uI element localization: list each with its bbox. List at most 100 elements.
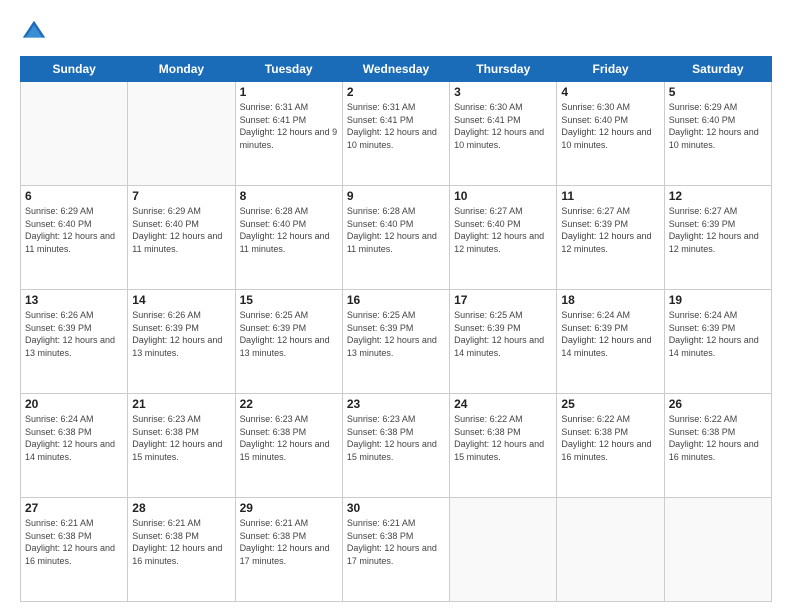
- day-info: Sunrise: 6:26 AM Sunset: 6:39 PM Dayligh…: [132, 309, 230, 359]
- calendar-cell: 3Sunrise: 6:30 AM Sunset: 6:41 PM Daylig…: [450, 82, 557, 186]
- day-number: 24: [454, 397, 552, 411]
- day-number: 23: [347, 397, 445, 411]
- day-number: 14: [132, 293, 230, 307]
- day-info: Sunrise: 6:25 AM Sunset: 6:39 PM Dayligh…: [454, 309, 552, 359]
- day-info: Sunrise: 6:22 AM Sunset: 6:38 PM Dayligh…: [669, 413, 767, 463]
- calendar-cell: 29 Sunrise: 6:21 AM Sunset: 6:38 PM Dayli…: [235, 498, 342, 602]
- calendar-cell: 11 Sunrise: 6:27 AM Sunset: 6:39 PM Dayli…: [557, 186, 664, 290]
- day-number: 17: [454, 293, 552, 307]
- day-number: 28: [132, 501, 230, 515]
- calendar-cell: 17 Sunrise: 6:25 AM Sunset: 6:39 PM Dayli…: [450, 290, 557, 394]
- calendar-cell: 28 Sunrise: 6:21 AM Sunset: 6:38 PM Dayli…: [128, 498, 235, 602]
- calendar-cell: 19 Sunrise: 6:24 AM Sunset: 6:39 PM Dayli…: [664, 290, 771, 394]
- day-number: 26: [669, 397, 767, 411]
- calendar-cell: 9Sunrise: 6:28 AM Sunset: 6:40 PM Daylig…: [342, 186, 449, 290]
- calendar-cell: 20Sunrise: 6:24 AM Sunset: 6:38 PM Dayli…: [21, 394, 128, 498]
- day-header-tuesday: Tuesday: [235, 57, 342, 82]
- header: [20, 18, 772, 46]
- calendar-cell: 12 Sunrise: 6:27 AM Sunset: 6:39 PM Dayli…: [664, 186, 771, 290]
- day-info: Sunrise: 6:23 AM Sunset: 6:38 PM Dayligh…: [132, 413, 230, 463]
- day-info: Sunrise: 6:27 AM Sunset: 6:39 PM Dayligh…: [561, 205, 659, 255]
- day-info: Sunrise: 6:29 AM Sunset: 6:40 PM Dayligh…: [132, 205, 230, 255]
- day-number: 6: [25, 189, 123, 203]
- day-info: Sunrise: 6:24 AM Sunset: 6:39 PM Dayligh…: [669, 309, 767, 359]
- calendar-cell: 25Sunrise: 6:22 AM Sunset: 6:38 PM Dayli…: [557, 394, 664, 498]
- day-number: 12: [669, 189, 767, 203]
- day-header-monday: Monday: [128, 57, 235, 82]
- day-info: Sunrise: 6:26 AM Sunset: 6:39 PM Dayligh…: [25, 309, 123, 359]
- calendar-cell: 1 Sunrise: 6:31 AM Sunset: 6:41 PM Daylig…: [235, 82, 342, 186]
- day-header-wednesday: Wednesday: [342, 57, 449, 82]
- calendar-cell: [664, 498, 771, 602]
- calendar-week-3: 13Sunrise: 6:26 AM Sunset: 6:39 PM Dayli…: [21, 290, 772, 394]
- day-info: Sunrise: 6:24 AM Sunset: 6:38 PM Dayligh…: [25, 413, 123, 463]
- day-info: Sunrise: 6:23 AM Sunset: 6:38 PM Dayligh…: [347, 413, 445, 463]
- day-number: 3: [454, 85, 552, 99]
- day-header-sunday: Sunday: [21, 57, 128, 82]
- calendar-week-5: 27Sunrise: 6:21 AM Sunset: 6:38 PM Dayli…: [21, 498, 772, 602]
- calendar-week-4: 20Sunrise: 6:24 AM Sunset: 6:38 PM Dayli…: [21, 394, 772, 498]
- calendar-week-1: 1 Sunrise: 6:31 AM Sunset: 6:41 PM Daylig…: [21, 82, 772, 186]
- calendar-cell: 23 Sunrise: 6:23 AM Sunset: 6:38 PM Dayli…: [342, 394, 449, 498]
- calendar-cell: [557, 498, 664, 602]
- day-number: 18: [561, 293, 659, 307]
- day-info: Sunrise: 6:21 AM Sunset: 6:38 PM Dayligh…: [132, 517, 230, 567]
- calendar-cell: 21 Sunrise: 6:23 AM Sunset: 6:38 PM Dayli…: [128, 394, 235, 498]
- calendar-cell: 16 Sunrise: 6:25 AM Sunset: 6:39 PM Dayli…: [342, 290, 449, 394]
- day-info: Sunrise: 6:24 AM Sunset: 6:39 PM Dayligh…: [561, 309, 659, 359]
- day-info: Sunrise: 6:30 AM Sunset: 6:40 PM Dayligh…: [561, 101, 659, 151]
- calendar-cell: 14 Sunrise: 6:26 AM Sunset: 6:39 PM Dayli…: [128, 290, 235, 394]
- day-header-saturday: Saturday: [664, 57, 771, 82]
- day-info: Sunrise: 6:29 AM Sunset: 6:40 PM Dayligh…: [669, 101, 767, 151]
- calendar-cell: 2 Sunrise: 6:31 AM Sunset: 6:41 PM Daylig…: [342, 82, 449, 186]
- calendar-cell: 8 Sunrise: 6:28 AM Sunset: 6:40 PM Daylig…: [235, 186, 342, 290]
- calendar-cell: 18 Sunrise: 6:24 AM Sunset: 6:39 PM Dayli…: [557, 290, 664, 394]
- day-number: 25: [561, 397, 659, 411]
- day-info: Sunrise: 6:31 AM Sunset: 6:41 PM Dayligh…: [347, 101, 445, 151]
- calendar-cell: 24 Sunrise: 6:22 AM Sunset: 6:38 PM Dayli…: [450, 394, 557, 498]
- day-number: 30: [347, 501, 445, 515]
- day-info: Sunrise: 6:29 AM Sunset: 6:40 PM Dayligh…: [25, 205, 123, 255]
- day-number: 29: [240, 501, 338, 515]
- day-info: Sunrise: 6:25 AM Sunset: 6:39 PM Dayligh…: [347, 309, 445, 359]
- page: SundayMondayTuesdayWednesdayThursdayFrid…: [0, 0, 792, 612]
- calendar-header-row: SundayMondayTuesdayWednesdayThursdayFrid…: [21, 57, 772, 82]
- day-number: 1: [240, 85, 338, 99]
- day-number: 22: [240, 397, 338, 411]
- day-info: Sunrise: 6:23 AM Sunset: 6:38 PM Dayligh…: [240, 413, 338, 463]
- calendar-cell: 15Sunrise: 6:25 AM Sunset: 6:39 PM Dayli…: [235, 290, 342, 394]
- calendar-table: SundayMondayTuesdayWednesdayThursdayFrid…: [20, 56, 772, 602]
- day-header-friday: Friday: [557, 57, 664, 82]
- day-number: 8: [240, 189, 338, 203]
- calendar-cell: 4 Sunrise: 6:30 AM Sunset: 6:40 PM Daylig…: [557, 82, 664, 186]
- day-number: 11: [561, 189, 659, 203]
- day-info: Sunrise: 6:22 AM Sunset: 6:38 PM Dayligh…: [454, 413, 552, 463]
- day-info: Sunrise: 6:21 AM Sunset: 6:38 PM Dayligh…: [240, 517, 338, 567]
- day-info: Sunrise: 6:28 AM Sunset: 6:40 PM Dayligh…: [240, 205, 338, 255]
- calendar-cell: 6 Sunrise: 6:29 AM Sunset: 6:40 PM Daylig…: [21, 186, 128, 290]
- day-header-thursday: Thursday: [450, 57, 557, 82]
- logo-icon: [20, 18, 48, 46]
- day-number: 7: [132, 189, 230, 203]
- calendar-cell: 7 Sunrise: 6:29 AM Sunset: 6:40 PM Daylig…: [128, 186, 235, 290]
- calendar-cell: 27Sunrise: 6:21 AM Sunset: 6:38 PM Dayli…: [21, 498, 128, 602]
- day-number: 21: [132, 397, 230, 411]
- calendar-cell: 26 Sunrise: 6:22 AM Sunset: 6:38 PM Dayli…: [664, 394, 771, 498]
- day-number: 16: [347, 293, 445, 307]
- day-number: 9: [347, 189, 445, 203]
- calendar-cell: [21, 82, 128, 186]
- day-number: 4: [561, 85, 659, 99]
- day-info: Sunrise: 6:31 AM Sunset: 6:41 PM Dayligh…: [240, 101, 338, 151]
- calendar-week-2: 6 Sunrise: 6:29 AM Sunset: 6:40 PM Daylig…: [21, 186, 772, 290]
- calendar-cell: 10Sunrise: 6:27 AM Sunset: 6:40 PM Dayli…: [450, 186, 557, 290]
- day-number: 5: [669, 85, 767, 99]
- day-number: 15: [240, 293, 338, 307]
- day-info: Sunrise: 6:21 AM Sunset: 6:38 PM Dayligh…: [25, 517, 123, 567]
- day-number: 19: [669, 293, 767, 307]
- day-info: Sunrise: 6:27 AM Sunset: 6:39 PM Dayligh…: [669, 205, 767, 255]
- day-number: 2: [347, 85, 445, 99]
- calendar-cell: [450, 498, 557, 602]
- calendar-cell: [128, 82, 235, 186]
- calendar-cell: 30Sunrise: 6:21 AM Sunset: 6:38 PM Dayli…: [342, 498, 449, 602]
- calendar-cell: 5 Sunrise: 6:29 AM Sunset: 6:40 PM Daylig…: [664, 82, 771, 186]
